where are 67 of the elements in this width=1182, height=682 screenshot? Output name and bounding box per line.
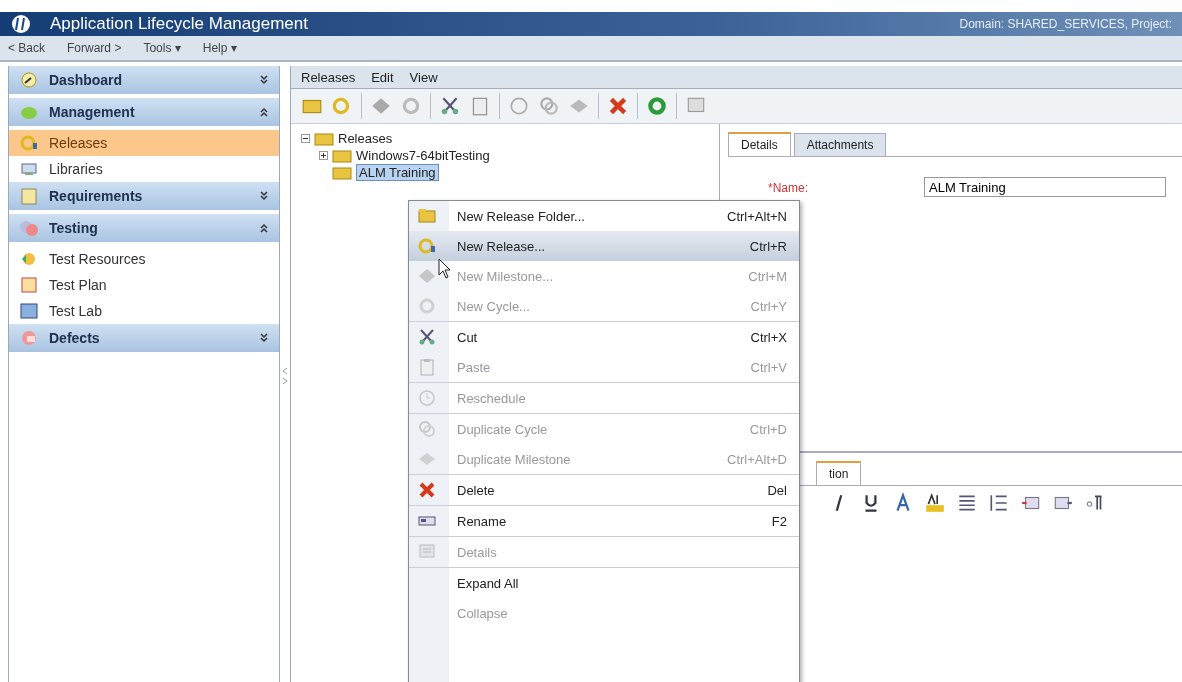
module-label: Dashboard bbox=[49, 72, 124, 88]
module-header[interactable]: Testing bbox=[9, 214, 279, 242]
tree-item[interactable]: ALM Training bbox=[356, 164, 439, 181]
folder-icon bbox=[417, 206, 437, 226]
expand-chevron-icon[interactable] bbox=[259, 191, 269, 201]
module-label: Management bbox=[49, 104, 136, 120]
expand-chevron-icon[interactable] bbox=[259, 333, 269, 343]
sidebar-item[interactable]: Test Lab bbox=[9, 298, 279, 324]
module-header[interactable]: Dashboard bbox=[9, 66, 279, 94]
tab[interactable]: Attachments bbox=[793, 133, 887, 156]
section-icon bbox=[19, 186, 39, 206]
tab[interactable]: Details bbox=[728, 132, 791, 156]
nav-link[interactable]: Help ▾ bbox=[202, 41, 237, 55]
collapse-chevron-icon[interactable] bbox=[259, 107, 269, 117]
sidebar-item[interactable]: Test Resources bbox=[9, 246, 279, 272]
context-menu-item[interactable]: Rename F2 bbox=[409, 505, 799, 536]
nav-link[interactable]: Tools ▾ bbox=[143, 41, 181, 55]
nav-link[interactable]: Forward > bbox=[67, 41, 122, 55]
section-icon bbox=[19, 328, 39, 348]
section-icon bbox=[19, 275, 39, 295]
menu-item[interactable]: View bbox=[409, 69, 438, 85]
tree-item[interactable]: Releases bbox=[338, 131, 393, 146]
expand-toggle-icon[interactable] bbox=[319, 151, 328, 160]
scissors-icon[interactable] bbox=[439, 95, 461, 117]
context-menu-item[interactable]: Delete Del bbox=[409, 474, 799, 505]
folder-icon bbox=[332, 165, 352, 180]
collapse-chevron-icon[interactable] bbox=[259, 223, 269, 233]
scissors-icon bbox=[417, 327, 437, 347]
field-label: *Name: bbox=[768, 180, 808, 195]
context-menu-item[interactable]: New Release... Ctrl+R bbox=[409, 231, 799, 261]
module-label: Defects bbox=[49, 330, 101, 346]
section-icon bbox=[19, 218, 39, 238]
name-field[interactable]: ALM Training bbox=[924, 177, 1166, 197]
module-header[interactable]: Requirements bbox=[9, 182, 279, 210]
module-label: Requirements bbox=[49, 188, 144, 204]
collapse-toggle-icon[interactable] bbox=[301, 134, 310, 143]
section-icon bbox=[19, 70, 39, 90]
numbered-list-icon[interactable] bbox=[988, 492, 1010, 514]
module-header[interactable]: Defects bbox=[9, 324, 279, 352]
clipboard-icon bbox=[417, 357, 437, 377]
sidebar-item[interactable]: Libraries bbox=[9, 156, 279, 182]
window-title: Application Lifecycle Management bbox=[50, 14, 308, 34]
sidebar-item[interactable]: Test Plan bbox=[9, 272, 279, 298]
module-header[interactable]: Management bbox=[9, 98, 279, 126]
context-menu-item[interactable]: Expand All bbox=[409, 567, 799, 598]
cycles-icon bbox=[417, 419, 437, 439]
logo-icon bbox=[10, 14, 32, 34]
diamond-icon bbox=[417, 266, 437, 286]
delete-icon bbox=[417, 480, 437, 500]
nav-link[interactable]: < Back bbox=[8, 41, 46, 55]
section-icon bbox=[19, 133, 39, 153]
module-label: Testing bbox=[49, 220, 99, 236]
mouse-pointer-icon bbox=[438, 258, 452, 280]
context-menu-item[interactable]: Cut Ctrl+X bbox=[409, 321, 799, 352]
menu-item[interactable]: Edit bbox=[371, 69, 394, 85]
folder-icon bbox=[314, 131, 334, 146]
expand-chevron-icon[interactable] bbox=[259, 75, 269, 85]
delete-icon[interactable] bbox=[607, 95, 629, 117]
highlight-icon[interactable] bbox=[924, 492, 946, 514]
section-icon bbox=[19, 301, 39, 321]
sidebar-item[interactable]: Releases bbox=[9, 130, 279, 156]
context-menu-item[interactable]: New Release Folder... Ctrl+Alt+N bbox=[409, 201, 799, 231]
domain-project-label: Domain: SHARED_SERVICES, Project: bbox=[959, 17, 1172, 31]
tab[interactable]: tion bbox=[816, 461, 862, 485]
folder-icon bbox=[332, 148, 352, 163]
menu-item[interactable]: Releases bbox=[301, 69, 356, 85]
tree-item[interactable]: Windows7-64bitTesting bbox=[356, 148, 490, 163]
